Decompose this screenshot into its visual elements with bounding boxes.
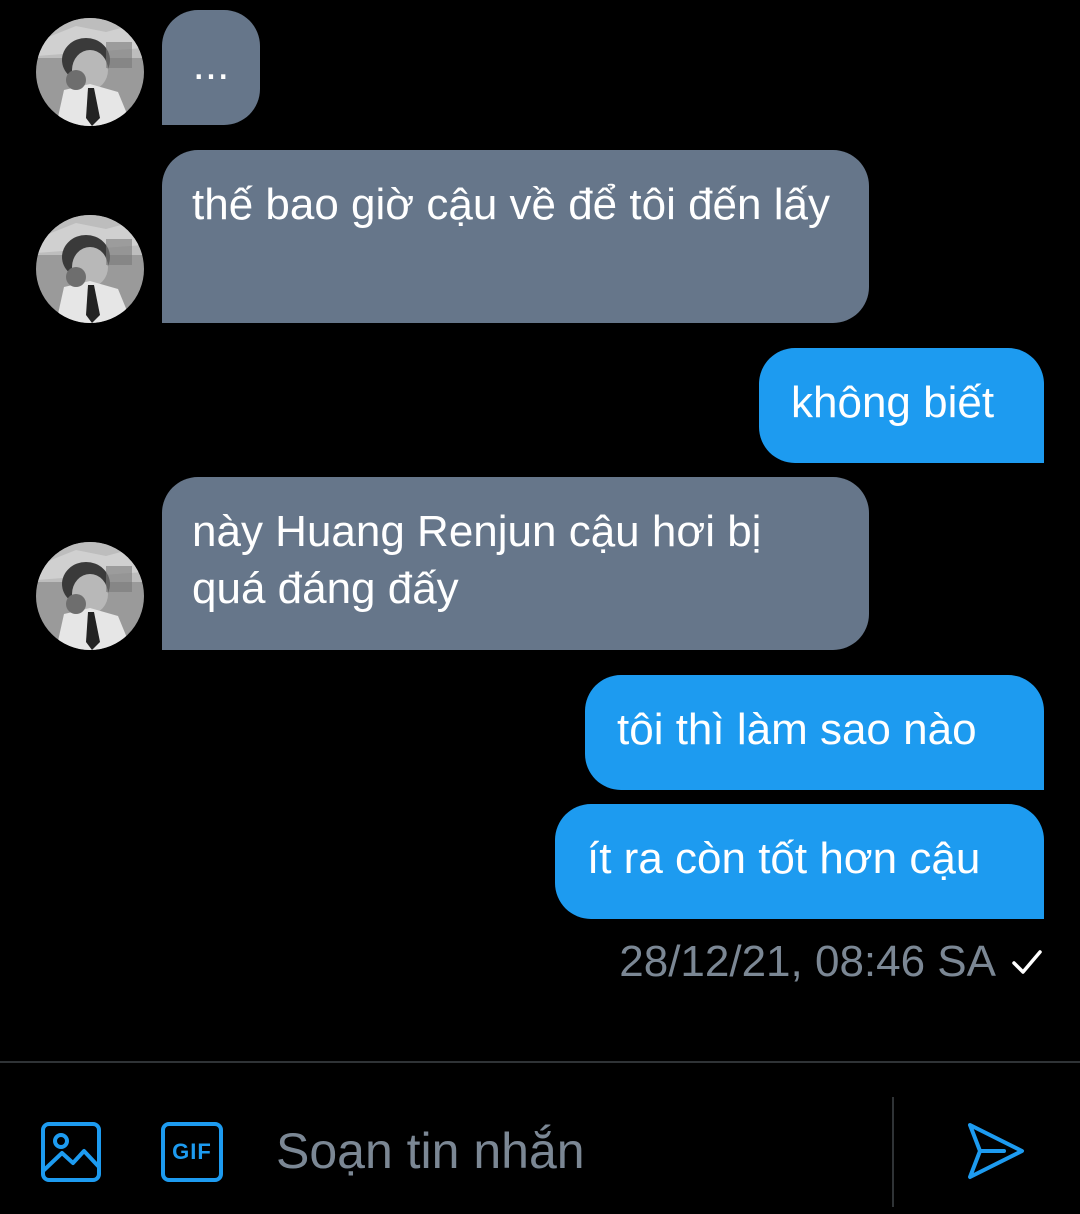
- message-bubble-incoming[interactable]: thế bao giờ cậu về để tôi đến lấy: [162, 150, 869, 323]
- message-bubble-outgoing[interactable]: không biết: [759, 348, 1044, 463]
- gif-button[interactable]: GIF: [160, 1121, 224, 1183]
- message-status: 28/12/21, 08:46 SA: [619, 934, 1044, 990]
- message-composer: GIF: [0, 1061, 1080, 1214]
- send-icon[interactable]: [964, 1119, 1028, 1183]
- message-bubble-outgoing[interactable]: tôi thì làm sao nào: [585, 675, 1044, 790]
- check-icon: [1010, 945, 1044, 979]
- message-bubble-incoming[interactable]: ...: [162, 10, 260, 125]
- message-input[interactable]: [276, 1113, 876, 1189]
- avatar[interactable]: [36, 542, 144, 650]
- composer-divider: [892, 1097, 894, 1207]
- gif-label: GIF: [172, 1139, 212, 1164]
- message-bubble-incoming[interactable]: này Huang Renjun cậu hơi bị quá đáng đấy: [162, 477, 869, 650]
- image-icon[interactable]: [40, 1121, 102, 1183]
- message-timestamp: 28/12/21, 08:46 SA: [619, 937, 996, 986]
- avatar[interactable]: [36, 215, 144, 323]
- avatar[interactable]: [36, 18, 144, 126]
- message-bubble-outgoing[interactable]: ít ra còn tốt hơn cậu: [555, 804, 1044, 919]
